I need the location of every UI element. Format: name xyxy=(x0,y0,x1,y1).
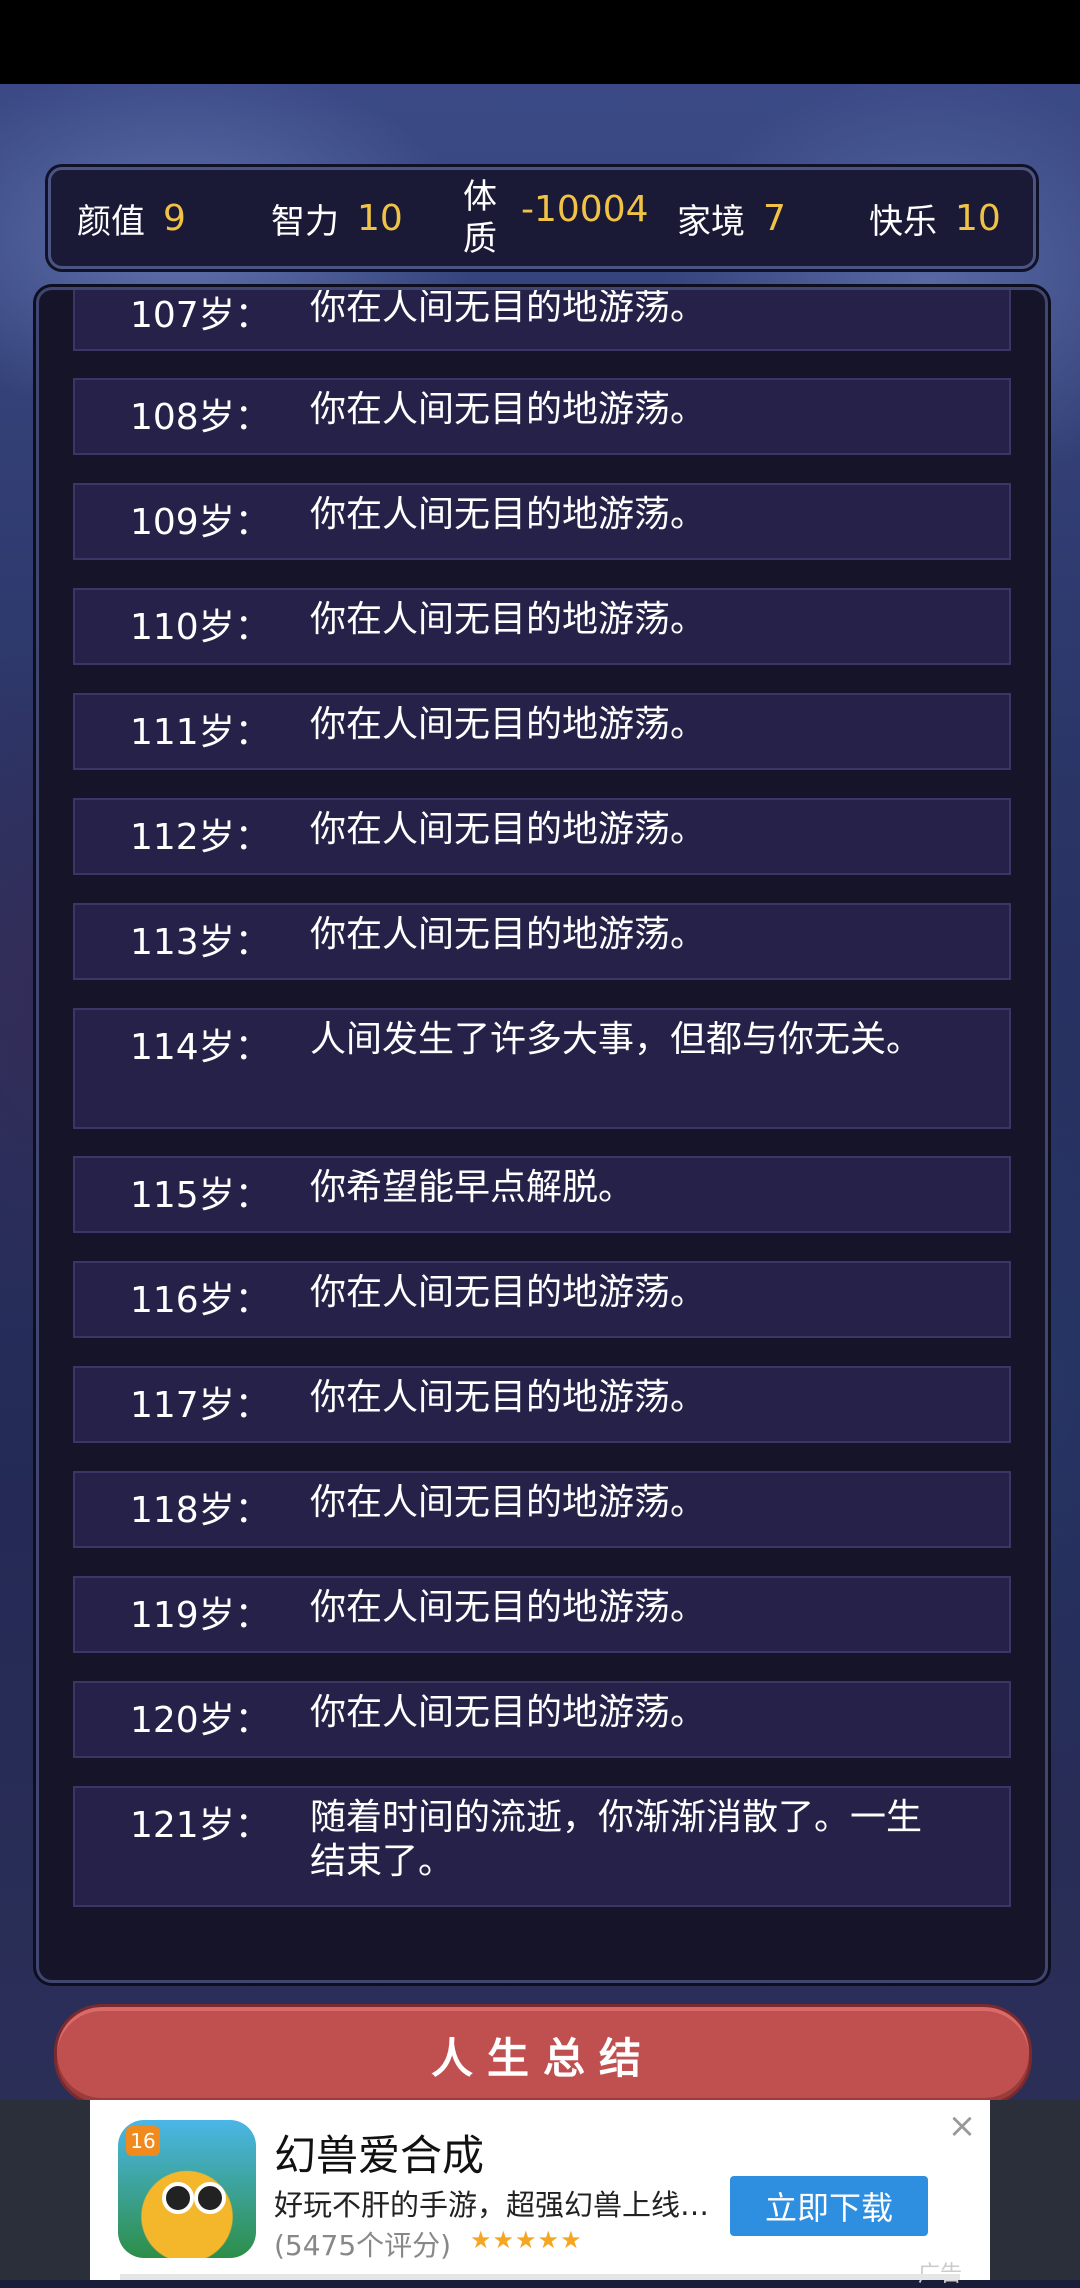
life-summary-button[interactable]: 人生总结 xyxy=(54,2004,1032,2106)
log-age: 114岁： xyxy=(130,1027,271,1068)
stat-label: 家境 xyxy=(677,201,745,242)
log-age: 116岁： xyxy=(130,1280,271,1321)
stat-intelligence: 智力 10 xyxy=(271,170,403,266)
ad-divider xyxy=(120,2274,960,2280)
ad-side-strip xyxy=(0,2100,90,2280)
star-rating-icon: ★★★★★ xyxy=(470,2226,583,2254)
log-text: 你在人间无目的地游荡。 xyxy=(310,389,707,430)
stat-value: 7 xyxy=(763,197,786,239)
log-age: 108岁： xyxy=(130,397,271,438)
log-age: 113岁： xyxy=(130,922,271,963)
log-age: 115岁： xyxy=(130,1175,271,1216)
stat-value: 10 xyxy=(357,197,403,239)
ad-title[interactable]: 幻兽爱合成 xyxy=(274,2122,484,2183)
log-text: 你在人间无目的地游荡。 xyxy=(310,809,707,850)
eye-icon xyxy=(162,2182,194,2214)
status-bar xyxy=(0,0,1080,84)
stat-label: 颜值 xyxy=(77,201,145,242)
log-text: 你在人间无目的地游荡。 xyxy=(310,494,707,535)
stat-label: 快乐 xyxy=(869,201,937,242)
ad-rating-count: (5475个评分) xyxy=(274,2229,452,2262)
log-row: 108岁： 你在人间无目的地游荡。 xyxy=(73,378,1011,455)
app-icon[interactable]: 16 xyxy=(118,2120,256,2258)
stat-label: 智力 xyxy=(271,201,339,242)
log-text: 你在人间无目的地游荡。 xyxy=(310,1482,707,1523)
log-age: 117岁： xyxy=(130,1385,271,1426)
log-age: 120岁： xyxy=(130,1700,271,1741)
log-text: 你在人间无目的地游荡。 xyxy=(310,287,707,328)
log-row: 116岁： 你在人间无目的地游荡。 xyxy=(73,1261,1011,1338)
log-text: 你在人间无目的地游荡。 xyxy=(310,599,707,640)
ad-description: 好玩不肝的手游，超强幻兽上线… xyxy=(274,2188,710,2222)
log-row: 113岁： 你在人间无目的地游荡。 xyxy=(73,903,1011,980)
log-row: 107岁： 你在人间无目的地游荡。 xyxy=(73,287,1011,351)
log-text: 你在人间无目的地游荡。 xyxy=(310,1692,707,1733)
log-row: 117岁： 你在人间无目的地游荡。 xyxy=(73,1366,1011,1443)
log-row: 120岁： 你在人间无目的地游荡。 xyxy=(73,1681,1011,1758)
stat-label: 体质 xyxy=(463,177,497,259)
stat-constitution: 体质 -10004 xyxy=(463,170,649,266)
stat-value: 10 xyxy=(955,197,1001,239)
stat-value: -10004 xyxy=(521,188,649,230)
log-age: 110岁： xyxy=(130,607,271,648)
close-icon[interactable]: × xyxy=(942,2106,982,2146)
stats-panel: 颜值 9 智力 10 体质 -10004 家境 7 快乐 10 xyxy=(48,167,1036,269)
log-row: 111岁： 你在人间无目的地游荡。 xyxy=(73,693,1011,770)
log-text: 随着时间的流逝，你渐渐消散了。一生结束了。 xyxy=(310,1797,923,1882)
log-row: 119岁： 你在人间无目的地游荡。 xyxy=(73,1576,1011,1653)
log-text: 你在人间无目的地游荡。 xyxy=(310,1377,707,1418)
stat-family: 家境 7 xyxy=(677,170,786,266)
stat-happiness: 快乐 10 xyxy=(869,170,1001,266)
log-text: 你在人间无目的地游荡。 xyxy=(310,914,707,955)
ad-banner[interactable]: 16 幻兽爱合成 好玩不肝的手游，超强幻兽上线… (5475个评分) ★★★★★… xyxy=(90,2100,990,2287)
log-age: 111岁： xyxy=(130,712,271,753)
log-age: 112岁： xyxy=(130,817,271,858)
log-text: 你希望能早点解脱。 xyxy=(310,1167,635,1208)
life-log-panel[interactable]: 107岁： 你在人间无目的地游荡。 108岁： 你在人间无目的地游荡。 109岁… xyxy=(36,287,1048,1983)
log-row: 118岁： 你在人间无目的地游荡。 xyxy=(73,1471,1011,1548)
log-text: 你在人间无目的地游荡。 xyxy=(310,1272,707,1313)
download-button[interactable]: 立即下载 xyxy=(730,2176,928,2236)
stat-appearance: 颜值 9 xyxy=(77,170,186,266)
log-row: 114岁： 人间发生了许多大事，但都与你无关。 xyxy=(73,1008,1011,1129)
stat-value: 9 xyxy=(163,197,186,239)
log-age: 118岁： xyxy=(130,1490,271,1531)
log-row: 121岁： 随着时间的流逝，你渐渐消散了。一生结束了。 xyxy=(73,1786,1011,1907)
log-age: 119岁： xyxy=(130,1595,271,1636)
age-rating-badge: 16 xyxy=(126,2126,160,2156)
life-summary-label: 人生总结 xyxy=(430,2033,655,2083)
log-text: 你在人间无目的地游荡。 xyxy=(310,704,707,745)
log-row: 110岁： 你在人间无目的地游荡。 xyxy=(73,588,1011,665)
eye-icon xyxy=(194,2182,226,2214)
log-row: 112岁： 你在人间无目的地游荡。 xyxy=(73,798,1011,875)
ad-side-strip xyxy=(990,2100,1080,2280)
log-age: 109岁： xyxy=(130,502,271,543)
ad-tag: 广告 xyxy=(918,2256,962,2288)
log-text: 你在人间无目的地游荡。 xyxy=(310,1587,707,1628)
log-row: 109岁： 你在人间无目的地游荡。 xyxy=(73,483,1011,560)
log-row: 115岁： 你希望能早点解脱。 xyxy=(73,1156,1011,1233)
log-age: 121岁： xyxy=(130,1805,271,1846)
log-text: 人间发生了许多大事，但都与你无关。 xyxy=(310,1019,923,1060)
log-age: 107岁： xyxy=(130,295,271,336)
